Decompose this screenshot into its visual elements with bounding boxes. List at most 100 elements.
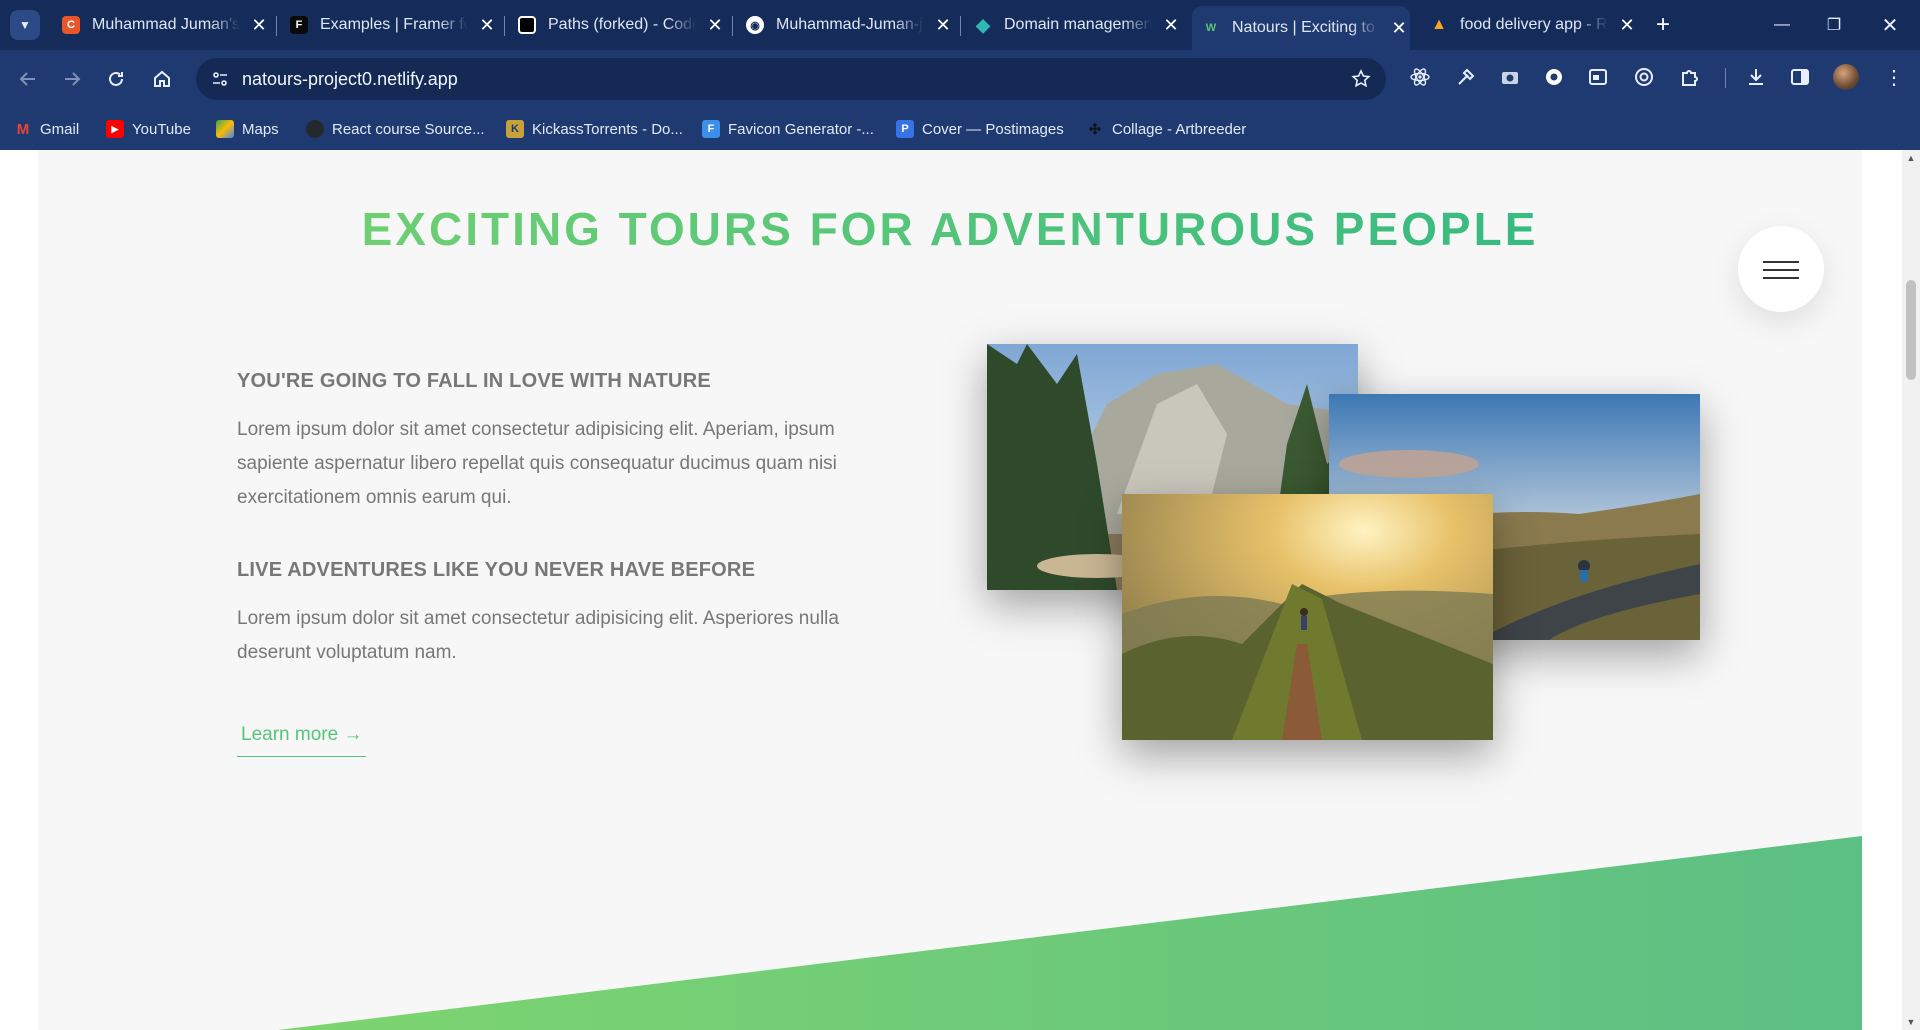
page-viewport: EXCITING TOURS FOR ADVENTUROUS PEOPLE YO… <box>0 150 1902 1030</box>
tab-title: Examples | Framer fo <box>320 16 468 33</box>
close-tab-icon[interactable]: ✕ <box>1388 17 1410 39</box>
github-icon <box>306 120 324 138</box>
bookmark-favicon-generator[interactable]: F Favicon Generator -... <box>702 118 874 140</box>
download-icon <box>1749 69 1763 85</box>
tab-title: Muhammad Juman's <box>92 16 240 33</box>
close-window-button[interactable]: ✕ <box>1860 0 1920 50</box>
favicon-generator-icon: F <box>702 120 720 138</box>
tab-4[interactable]: ◆ Domain managemen ✕ <box>964 8 1182 42</box>
restore-button[interactable]: ❐ <box>1804 0 1864 50</box>
about-section: EXCITING TOURS FOR ADVENTUROUS PEOPLE YO… <box>38 150 1862 1030</box>
gmail-icon: M <box>16 120 30 138</box>
target-icon <box>1635 68 1653 86</box>
reload-button[interactable] <box>100 63 132 95</box>
features-section-background <box>278 836 1862 1030</box>
home-button[interactable] <box>146 63 178 95</box>
extension-button[interactable] <box>1540 63 1568 91</box>
side-panel-icon <box>1791 69 1809 85</box>
tab-strip: ▼ C Muhammad Juman's ✕ F Examples | Fram… <box>0 0 1920 50</box>
tab-title: Natours | Exciting to <box>1232 19 1375 36</box>
back-button[interactable] <box>12 63 44 95</box>
tab-title: Muhammad-Juman-j <box>776 16 923 33</box>
tab-5-active[interactable]: W Natours | Exciting to ✕ <box>1192 6 1410 50</box>
reload-icon <box>109 71 123 86</box>
close-tab-icon[interactable]: ✕ <box>932 14 954 36</box>
puzzle-icon <box>1682 70 1698 86</box>
tab-title: Domain managemen <box>1004 16 1152 33</box>
bookmark-label: React course Source... <box>332 120 485 138</box>
url-text: natours-project0.netlify.app <box>242 69 458 89</box>
postimages-icon: P <box>896 120 914 138</box>
page-scrollbar[interactable]: ▲ ▼ <box>1902 150 1920 1030</box>
bookmark-react-course[interactable]: React course Source... <box>306 118 485 140</box>
close-tab-icon[interactable]: ✕ <box>1616 14 1638 36</box>
react-devtools-button[interactable] <box>1406 63 1434 91</box>
downloads-button[interactable] <box>1742 63 1770 91</box>
scrollbar-thumb[interactable] <box>1906 280 1916 380</box>
kickass-icon: K <box>506 120 524 138</box>
color-picker-button[interactable] <box>1452 63 1480 91</box>
minimize-button[interactable]: — <box>1752 0 1812 50</box>
c-logo-icon: C <box>62 16 80 34</box>
bookmark-label: Maps <box>242 120 279 138</box>
scroll-down-arrow-icon[interactable]: ▼ <box>1902 1014 1920 1030</box>
more-vertical-icon: ⋮ <box>1884 66 1904 89</box>
close-tab-icon[interactable]: ✕ <box>704 14 726 36</box>
tab-2[interactable]: Paths (forked) - Code ✕ <box>508 8 726 42</box>
bookmarks-bar: M Gmail ▶ YouTube Maps React course Sour… <box>0 108 1920 150</box>
tab-1[interactable]: F Examples | Framer fo ✕ <box>280 8 498 42</box>
bookmark-youtube[interactable]: ▶ YouTube <box>106 118 191 140</box>
bookmark-maps[interactable]: Maps <box>216 118 279 140</box>
firebase-icon: ▲ <box>1431 16 1447 33</box>
tab-6[interactable]: ▲ food delivery app - R ✕ <box>1420 8 1638 42</box>
bookmark-label: YouTube <box>132 120 191 138</box>
close-tab-icon[interactable]: ✕ <box>476 14 498 36</box>
side-panel-button[interactable] <box>1786 63 1814 91</box>
tab-separator <box>960 16 961 36</box>
browser-menu-button[interactable]: ⋮ <box>1880 63 1908 91</box>
tab-search-button[interactable]: ▼ <box>10 10 40 40</box>
home-icon <box>154 70 170 87</box>
extensions-menu-button[interactable] <box>1676 63 1704 91</box>
react-icon <box>1410 68 1430 86</box>
maps-icon <box>216 120 234 138</box>
bookmark-kickass[interactable]: K KickassTorrents - Do... <box>506 118 683 140</box>
bookmark-label: KickassTorrents - Do... <box>532 120 683 138</box>
forward-button[interactable] <box>56 63 88 95</box>
close-tab-icon[interactable]: ✕ <box>1160 14 1182 36</box>
codesandbox-icon <box>518 16 536 34</box>
eyedropper-icon <box>1458 68 1475 85</box>
bookmark-postimages[interactable]: P Cover — Postimages <box>896 118 1064 140</box>
address-bar[interactable]: natours-project0.netlify.app <box>196 58 1386 100</box>
minimize-icon: — <box>1774 16 1790 33</box>
tab-title: Paths (forked) - Code <box>548 16 696 33</box>
plus-icon: + <box>1655 11 1670 38</box>
tab-title: food delivery app - R <box>1460 16 1608 33</box>
tab-separator <box>276 16 277 36</box>
tab-separator <box>504 16 505 36</box>
new-tab-button[interactable]: + <box>1648 10 1678 40</box>
site-info-icon[interactable] <box>206 65 234 93</box>
extension-button[interactable] <box>1584 63 1612 91</box>
close-icon: ✕ <box>1881 14 1899 37</box>
extension-button[interactable] <box>1630 63 1658 91</box>
scroll-up-arrow-icon[interactable]: ▲ <box>1902 150 1920 166</box>
tab-0[interactable]: C Muhammad Juman's ✕ <box>52 8 270 42</box>
bookmark-label: Cover — Postimages <box>922 120 1064 138</box>
close-tab-icon[interactable]: ✕ <box>248 14 270 36</box>
screenshot-extension-button[interactable] <box>1496 63 1524 91</box>
tab-3[interactable]: ◉ Muhammad-Juman-j ✕ <box>736 8 954 42</box>
window-icon <box>1589 69 1607 85</box>
artbreeder-icon: ✣ <box>1089 120 1101 137</box>
bookmark-star-button[interactable] <box>1348 66 1374 92</box>
github-icon: ◉ <box>746 16 764 34</box>
bookmark-label: Favicon Generator -... <box>728 120 874 138</box>
bookmark-label: Gmail <box>40 120 80 138</box>
tab-separator <box>732 16 733 36</box>
profile-avatar-button[interactable] <box>1832 63 1860 91</box>
bookmark-artbreeder[interactable]: ✣ Collage - Artbreeder <box>1086 118 1246 140</box>
star-icon <box>1351 69 1371 88</box>
bookmark-gmail[interactable]: M Gmail <box>14 118 79 140</box>
restore-icon: ❐ <box>1826 17 1842 34</box>
circle-logo-icon <box>1546 69 1562 85</box>
